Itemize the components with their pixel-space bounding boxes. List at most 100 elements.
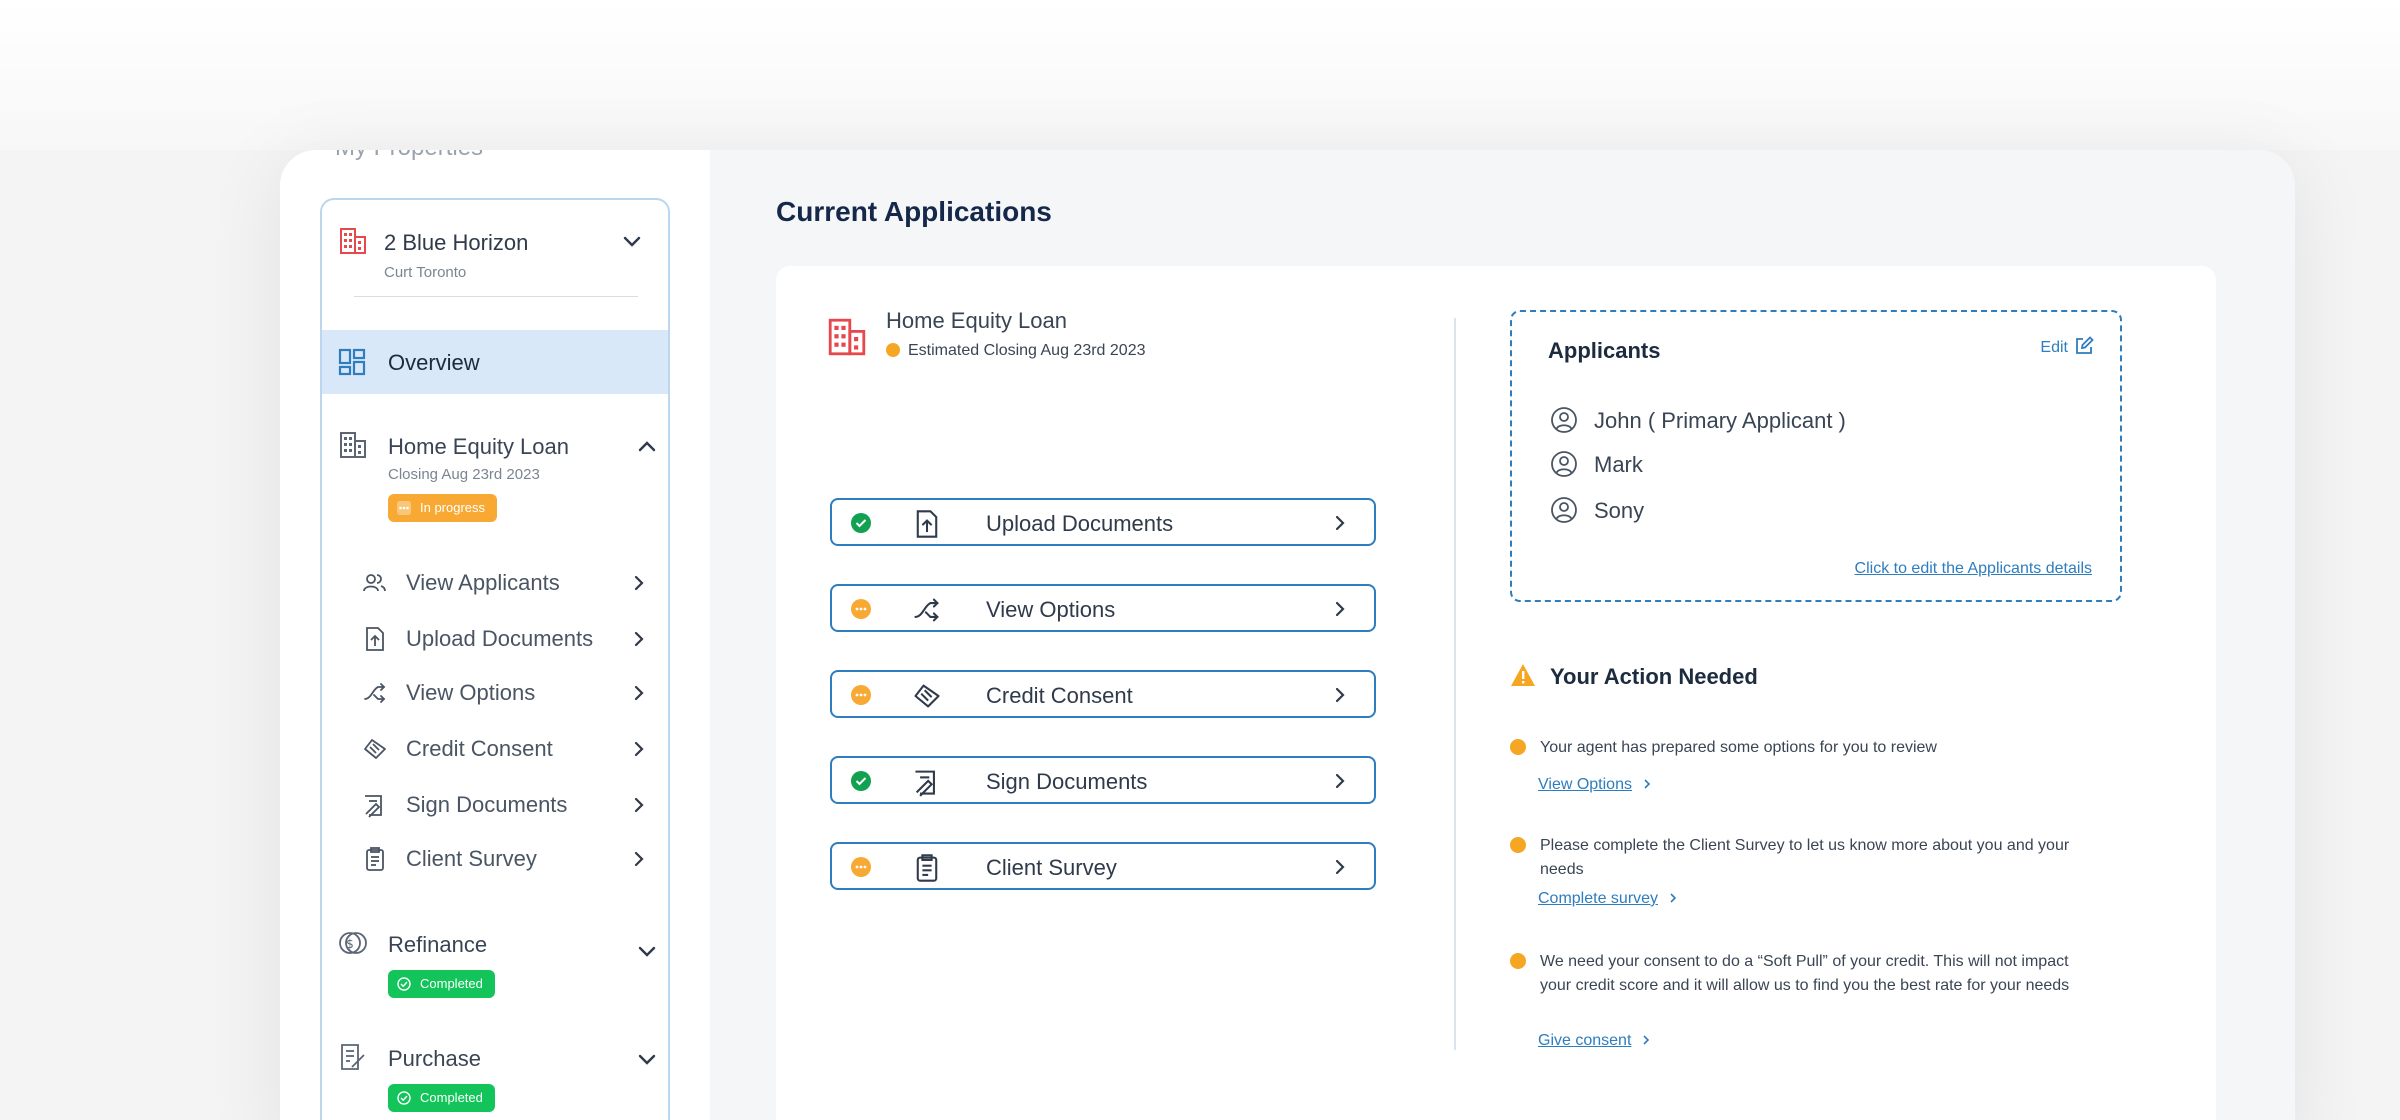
sidebar-item-label: View Applicants — [406, 570, 560, 595]
shuffle-icon — [364, 683, 386, 703]
chevron-right-icon — [634, 741, 644, 757]
applicant-name: John ( Primary Applicant ) — [1594, 408, 1846, 433]
action-text: Your agent has prepared some options for… — [1540, 739, 1937, 756]
building-icon — [340, 228, 366, 254]
applicant-name: Sony — [1594, 498, 1645, 523]
application-card: Home Equity Loan Estimated Closing Aug 2… — [776, 266, 2216, 1120]
applicants-title: Applicants — [1548, 338, 1661, 363]
app-window: My Properties 2 Blue Horizon Cu — [280, 150, 2295, 1120]
users-icon — [363, 574, 386, 592]
sidebar-item-label: Sign Documents — [406, 792, 568, 817]
step-view-options[interactable]: View Options — [830, 584, 1376, 632]
step-sign-documents[interactable]: Sign Documents — [830, 756, 1376, 804]
dashboard-icon — [338, 348, 366, 376]
chevron-right-icon — [634, 631, 644, 647]
sidebar-heading: My Properties — [335, 150, 483, 162]
building-icon — [340, 432, 366, 458]
page-title: Current Applications — [776, 196, 1052, 227]
sidebar-group-home-equity-loan[interactable]: Home Equity Loan Closing Aug 23rd 2023 I… — [322, 430, 668, 530]
complete-survey-link[interactable]: Complete survey — [1538, 890, 1680, 908]
loan-closing-date: Estimated Closing Aug 23rd 2023 — [886, 342, 1145, 360]
vertical-divider — [1454, 318, 1456, 1050]
loan-name: Home Equity Loan — [886, 308, 1067, 333]
clipboard-icon — [916, 854, 938, 882]
action-item: Your agent has prepared some options for… — [1510, 736, 2110, 806]
sidebar-group-refinance[interactable]: $ Refinance Completed — [322, 928, 668, 1008]
sidebar-item-label: View Options — [406, 680, 536, 705]
sign-document-icon — [365, 795, 382, 818]
sidebar-item-label: Credit Consent — [406, 736, 553, 761]
view-options-link[interactable]: View Options — [1538, 776, 1654, 794]
sidebar-item-client-survey[interactable]: Client Survey — [362, 840, 662, 880]
group-name: Refinance — [388, 932, 488, 957]
refinance-icon: $ — [339, 932, 367, 954]
sidebar-item-label: Overview — [388, 350, 480, 375]
give-consent-link[interactable]: Give consent — [1538, 1032, 1653, 1050]
purchase-icon — [341, 1044, 365, 1070]
page-background — [0, 0, 2400, 150]
chevron-down-icon[interactable] — [636, 1048, 658, 1070]
action-item: We need your consent to do a “Soft Pull”… — [1510, 950, 2110, 1060]
chevron-right-icon — [634, 797, 644, 813]
chevron-right-icon — [1335, 601, 1345, 617]
chevron-right-icon — [634, 575, 644, 591]
group-name: Home Equity Loan — [388, 434, 569, 459]
step-label: Sign Documents — [986, 769, 1148, 794]
check-circle-icon — [397, 1091, 411, 1105]
edit-icon — [2076, 336, 2094, 354]
chevron-up-icon[interactable] — [636, 436, 658, 458]
handshake-icon — [364, 739, 386, 759]
upload-file-icon — [366, 627, 384, 651]
property-selector[interactable]: 2 Blue Horizon Curt Toronto — [338, 226, 654, 296]
chevron-right-icon — [1644, 779, 1651, 789]
user-circle-icon — [1551, 451, 1577, 477]
group-closing-date: Closing Aug 23rd 2023 — [388, 466, 540, 483]
group-name: Purchase — [388, 1046, 481, 1071]
sidebar-group-purchase[interactable]: Purchase Completed — [322, 1042, 668, 1120]
chevron-right-icon — [634, 685, 644, 701]
property-name: 2 Blue Horizon — [384, 230, 529, 255]
check-circle-icon — [397, 977, 411, 991]
property-location: Curt Toronto — [384, 264, 467, 281]
chevron-right-icon — [1335, 687, 1345, 703]
sidebar-item-credit-consent[interactable]: Credit Consent — [362, 730, 662, 770]
dots-icon — [397, 501, 411, 515]
action-text: We need your consent to do a “Soft Pull”… — [1540, 953, 2070, 994]
sidebar-item-view-applicants[interactable]: View Applicants — [362, 564, 662, 604]
pending-icon — [851, 599, 871, 619]
user-circle-icon — [1551, 407, 1577, 433]
sidebar-item-view-options[interactable]: View Options — [362, 674, 662, 714]
action-item: Please complete the Client Survey to let… — [1510, 834, 2110, 924]
applicants-panel: Applicants Edit John ( Primary Applicant… — [1510, 310, 2122, 602]
sign-document-icon — [915, 770, 935, 797]
property-card: 2 Blue Horizon Curt Toronto Overview Hom… — [320, 198, 670, 1120]
pending-icon — [851, 857, 871, 877]
chevron-down-icon[interactable] — [636, 940, 658, 962]
chevron-down-icon[interactable] — [620, 230, 644, 254]
step-client-survey[interactable]: Client Survey — [830, 842, 1376, 890]
sidebar: My Properties 2 Blue Horizon Cu — [280, 150, 710, 1120]
step-label: Client Survey — [986, 855, 1117, 880]
sidebar-item-upload-documents[interactable]: Upload Documents — [362, 620, 662, 660]
chevron-right-icon — [1335, 515, 1345, 531]
user-circle-icon — [1551, 497, 1577, 523]
chevron-right-icon — [1335, 773, 1345, 789]
status-badge: Completed — [388, 1084, 495, 1112]
divider — [354, 296, 638, 297]
shuffle-icon — [914, 598, 939, 622]
edit-applicants-button[interactable]: Edit — [2040, 336, 2094, 357]
chevron-right-icon — [1670, 893, 1677, 903]
status-dot — [886, 343, 900, 357]
status-dot — [1510, 837, 1526, 853]
step-upload-documents[interactable]: Upload Documents — [830, 498, 1376, 546]
sidebar-item-overview[interactable]: Overview — [322, 330, 668, 394]
clipboard-icon — [366, 847, 384, 871]
step-label: View Options — [986, 597, 1116, 622]
svg-text:$: $ — [346, 937, 354, 951]
chevron-right-icon — [1335, 859, 1345, 875]
sidebar-item-sign-documents[interactable]: Sign Documents — [362, 786, 662, 826]
step-credit-consent[interactable]: Credit Consent — [830, 670, 1376, 718]
check-circle-icon — [851, 771, 871, 791]
edit-applicants-link[interactable]: Click to edit the Applicants details — [1855, 560, 2092, 578]
step-label: Credit Consent — [986, 683, 1133, 708]
